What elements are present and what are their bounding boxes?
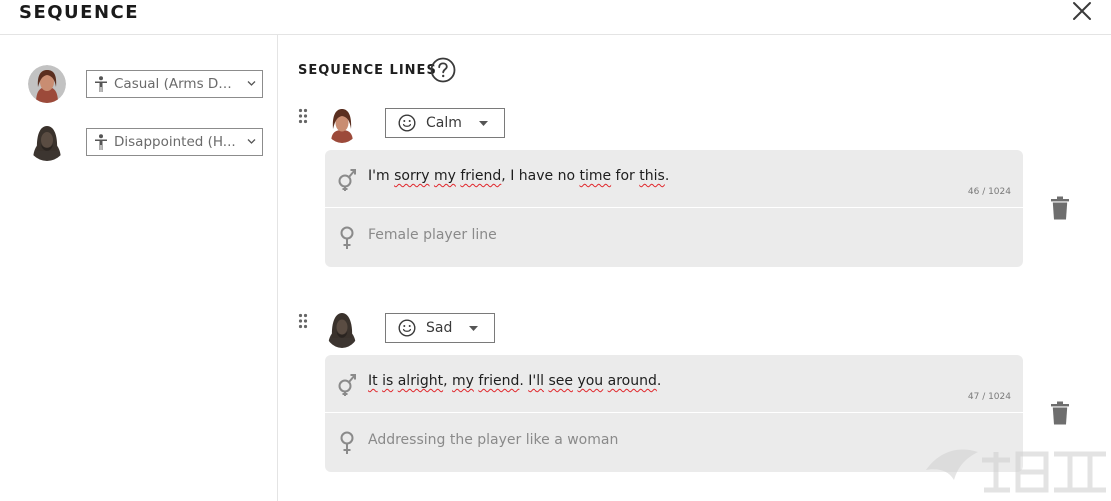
caret-down-icon xyxy=(469,326,478,331)
spellcheck-word: my xyxy=(433,168,456,184)
male-symbol-icon xyxy=(338,374,356,396)
help-button[interactable] xyxy=(430,57,456,83)
spellcheck-word: around xyxy=(607,373,657,389)
character-row: Casual (Arms Do... xyxy=(28,65,268,105)
emotion-dropdown[interactable]: Calm xyxy=(385,108,505,138)
spellcheck-word: It xyxy=(368,373,378,389)
person-pose-icon xyxy=(95,76,107,92)
drag-handle-icon[interactable] xyxy=(298,313,308,329)
line-word: I'm xyxy=(368,168,395,184)
emotion-dropdown[interactable]: Sad xyxy=(385,313,495,343)
male-line-row[interactable]: It is alright, my friend. I'll see you a… xyxy=(325,355,1023,413)
line-word: . xyxy=(656,373,662,389)
person-pose-icon xyxy=(95,134,107,150)
spellcheck-word: is xyxy=(382,373,394,389)
panel-divider xyxy=(277,35,278,501)
male-symbol-icon xyxy=(338,169,356,191)
pose-dropdown[interactable]: Disappointed (H... xyxy=(86,128,263,156)
drag-handle-icon[interactable] xyxy=(298,108,308,124)
close-button[interactable] xyxy=(1071,0,1093,22)
line-word: for xyxy=(611,168,640,184)
dialog-title: SEQUENCE xyxy=(19,2,140,23)
line-word: , I have no xyxy=(501,168,580,184)
male-line-text[interactable]: I'm sorry my friend, I have no time for … xyxy=(368,168,669,184)
character-counter: 46 / 1024 xyxy=(967,187,1011,197)
character-row: Disappointed (H... xyxy=(28,123,268,163)
female-line-row[interactable]: Addressing the player like a woman xyxy=(325,414,1023,472)
avatar[interactable] xyxy=(325,105,359,143)
sequence-line: Calm I'm sorry my friend, I have no time… xyxy=(298,105,1078,268)
spellcheck-word: see xyxy=(548,373,573,389)
avatar[interactable] xyxy=(28,65,66,103)
female-symbol-icon xyxy=(340,431,354,454)
spellcheck-word: friend xyxy=(460,168,502,184)
smiley-icon xyxy=(398,319,416,337)
line-word: . xyxy=(664,168,670,184)
female-symbol-icon xyxy=(340,226,354,249)
spellcheck-word: sorry xyxy=(394,168,430,184)
sequence-lines-title: SEQUENCE LINES xyxy=(298,63,437,78)
close-icon xyxy=(1073,2,1091,20)
emotion-label: Calm xyxy=(426,115,462,131)
chevron-down-icon xyxy=(247,139,256,144)
female-line-row[interactable]: Female player line xyxy=(325,209,1023,267)
character-counter: 47 / 1024 xyxy=(967,392,1011,402)
female-line-placeholder: Addressing the player like a woman xyxy=(368,432,619,448)
line-word: , xyxy=(443,373,452,389)
line-card: I'm sorry my friend, I have no time for … xyxy=(325,150,1023,267)
dialog-header: SEQUENCE xyxy=(0,0,1111,35)
watermark-logo xyxy=(926,449,1106,493)
emotion-label: Sad xyxy=(426,320,453,336)
chevron-down-icon xyxy=(247,81,256,86)
spellcheck-word: friend xyxy=(478,373,520,389)
line-card: It is alright, my friend. I'll see you a… xyxy=(325,355,1023,472)
spellcheck-word: alright xyxy=(397,373,444,389)
trash-icon[interactable] xyxy=(1050,401,1070,425)
help-icon xyxy=(430,57,456,83)
avatar[interactable] xyxy=(28,123,66,161)
trash-icon[interactable] xyxy=(1050,196,1070,220)
spellcheck-word: this xyxy=(639,168,665,184)
female-line-placeholder: Female player line xyxy=(368,227,497,243)
smiley-icon xyxy=(398,114,416,132)
spellcheck-word: time xyxy=(579,168,612,184)
male-line-text[interactable]: It is alright, my friend. I'll see you a… xyxy=(368,373,661,389)
pose-label: Disappointed (H... xyxy=(114,134,236,150)
spellcheck-word: you xyxy=(577,373,604,389)
line-word: . xyxy=(519,373,529,389)
pose-dropdown[interactable]: Casual (Arms Do... xyxy=(86,70,263,98)
avatar[interactable] xyxy=(325,310,359,348)
caret-down-icon xyxy=(479,121,488,126)
spellcheck-word: I'll xyxy=(528,373,545,389)
spellcheck-word: my xyxy=(452,373,474,389)
male-line-row[interactable]: I'm sorry my friend, I have no time for … xyxy=(325,150,1023,208)
pose-label: Casual (Arms Do... xyxy=(114,76,238,92)
